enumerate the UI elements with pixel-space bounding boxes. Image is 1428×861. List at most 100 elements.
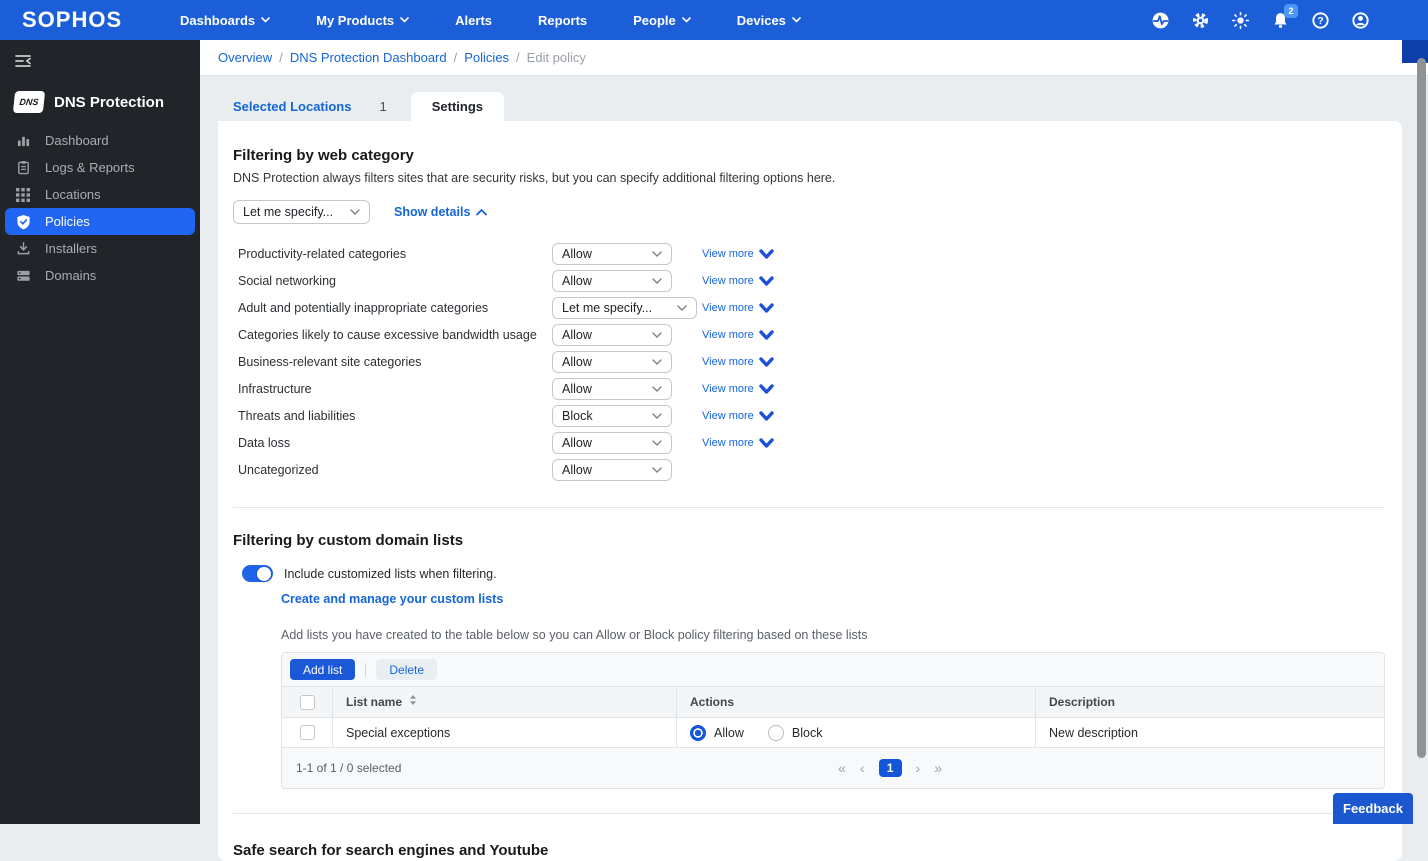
category-row: Social networking Allow View more: [233, 267, 1385, 294]
toggle-knob: [257, 567, 271, 581]
category-row: Infrastructure Allow View more: [233, 375, 1385, 402]
account-icon[interactable]: [1346, 6, 1374, 34]
chevron-down-icon: [652, 251, 662, 257]
column-list-name[interactable]: List name: [346, 695, 402, 709]
category-action-select[interactable]: Allow: [552, 459, 672, 481]
chevron-down-bold-icon: [759, 411, 774, 421]
chevron-down-icon: [652, 440, 662, 446]
category-action-select[interactable]: Allow: [552, 243, 672, 265]
add-list-button[interactable]: Add list: [290, 659, 355, 680]
tab-bar: Selected Locations 1 Settings: [215, 92, 1428, 121]
menu-people[interactable]: People: [633, 13, 691, 28]
custom-lists-helper: Add lists you have created to the table …: [281, 628, 1385, 642]
navbar-icons: 2 ?: [1146, 6, 1374, 34]
include-custom-lists-toggle[interactable]: [242, 565, 273, 582]
feedback-button[interactable]: Feedback: [1333, 793, 1413, 824]
section-divider: [233, 813, 1385, 814]
chevron-down-icon: [652, 278, 662, 284]
sidebar-item-locations[interactable]: Locations: [5, 181, 195, 208]
chevron-down-icon: [652, 386, 662, 392]
chevron-down-bold-icon: [759, 303, 774, 313]
prev-page-button[interactable]: ‹: [860, 760, 865, 776]
column-description: Description: [1049, 695, 1115, 709]
product-title: DNS Protection: [54, 94, 164, 111]
chevron-down-icon: [350, 209, 360, 215]
menu-devices[interactable]: Devices: [737, 13, 801, 28]
settings-gear-icon[interactable]: [1186, 6, 1214, 34]
radio-selected-icon: [690, 725, 706, 741]
category-row: Uncategorized Allow: [233, 456, 1385, 483]
radio-allow[interactable]: Allow: [690, 725, 744, 741]
bar-chart-icon: [14, 132, 32, 150]
tab-selected-locations[interactable]: Selected Locations 1: [215, 92, 405, 121]
menu-dashboards[interactable]: Dashboards: [180, 13, 270, 28]
next-page-button[interactable]: ›: [916, 760, 921, 776]
select-all-checkbox[interactable]: [300, 695, 315, 710]
view-more-link[interactable]: View more: [702, 275, 774, 287]
menu-alerts[interactable]: Alerts: [455, 13, 492, 28]
table-row: Special exceptions Allow Block New descr…: [282, 717, 1384, 747]
settings-panel: Filtering by web category DNS Protection…: [218, 121, 1402, 861]
breadcrumb-link-policies[interactable]: Policies: [464, 50, 509, 65]
category-row: Business-relevant site categories Allow …: [233, 348, 1385, 375]
filter-mode-select[interactable]: Let me specify...: [233, 200, 370, 224]
chevron-down-icon: [652, 467, 662, 473]
chevron-down-bold-icon: [759, 276, 774, 286]
sidebar-item-domains[interactable]: Domains: [5, 262, 195, 289]
category-action-select[interactable]: Let me specify...: [552, 297, 697, 319]
breadcrumb-link-dns-dashboard[interactable]: DNS Protection Dashboard: [290, 50, 447, 65]
page-number-button[interactable]: 1: [879, 759, 902, 777]
notifications-bell-icon[interactable]: 2: [1266, 6, 1294, 34]
global-status-icon[interactable]: [1146, 6, 1174, 34]
sidebar-item-logs-reports[interactable]: Logs & Reports: [5, 154, 195, 181]
chevron-down-bold-icon: [759, 249, 774, 259]
view-more-link[interactable]: View more: [702, 329, 774, 341]
view-more-link[interactable]: View more: [702, 356, 774, 368]
menu-my-products[interactable]: My Products: [316, 13, 409, 28]
list-name-value: Special exceptions: [346, 726, 450, 740]
web-category-description: DNS Protection always filters sites that…: [233, 171, 1385, 185]
sidebar-item-installers[interactable]: Installers: [5, 235, 195, 262]
category-action-select[interactable]: Allow: [552, 432, 672, 454]
chevron-down-icon: [677, 305, 687, 311]
last-page-button[interactable]: »: [934, 760, 942, 776]
first-page-button[interactable]: «: [838, 760, 846, 776]
category-action-select[interactable]: Allow: [552, 351, 672, 373]
chevron-down-bold-icon: [759, 330, 774, 340]
tab-settings[interactable]: Settings: [411, 92, 504, 121]
sidebar-item-policies[interactable]: Policies: [5, 208, 195, 235]
menu-reports[interactable]: Reports: [538, 13, 587, 28]
product-header: DNS DNS Protection: [0, 79, 200, 127]
row-checkbox[interactable]: [300, 725, 315, 740]
category-action-select[interactable]: Allow: [552, 324, 672, 346]
category-action-select[interactable]: Allow: [552, 378, 672, 400]
theme-sun-icon[interactable]: [1226, 6, 1254, 34]
sidebar-item-dashboard[interactable]: Dashboard: [5, 127, 195, 154]
view-more-link[interactable]: View more: [702, 248, 774, 260]
show-details-link[interactable]: Show details: [394, 205, 487, 219]
main-content: Overview / DNS Protection Dashboard / Po…: [200, 40, 1428, 824]
sophos-logo[interactable]: SOPHOS: [22, 7, 138, 33]
table-toolbar: Add list Delete: [282, 653, 1384, 686]
view-more-link[interactable]: View more: [702, 410, 774, 422]
shield-check-icon: [14, 213, 32, 231]
include-custom-lists-label: Include customized lists when filtering.: [284, 567, 497, 581]
category-action-select[interactable]: Allow: [552, 270, 672, 292]
breadcrumb-link-overview[interactable]: Overview: [218, 50, 272, 65]
radio-block[interactable]: Block: [768, 725, 823, 741]
collapse-sidebar-icon[interactable]: [14, 52, 33, 70]
table-pagination: 1-1 of 1 / 0 selected « ‹ 1 › »: [282, 747, 1384, 788]
category-list: Productivity-related categories Allow Vi…: [233, 240, 1385, 483]
chevron-down-bold-icon: [759, 384, 774, 394]
vertical-scrollbar[interactable]: [1417, 58, 1426, 758]
view-more-link[interactable]: View more: [702, 383, 774, 395]
safe-search-title: Safe search for search engines and Youtu…: [233, 842, 1385, 859]
view-more-link[interactable]: View more: [702, 302, 774, 314]
help-icon[interactable]: ?: [1306, 6, 1334, 34]
view-more-link[interactable]: View more: [702, 437, 774, 449]
manage-custom-lists-link[interactable]: Create and manage your custom lists: [281, 592, 1385, 606]
delete-button[interactable]: Delete: [376, 659, 437, 680]
category-action-select[interactable]: Block: [552, 405, 672, 427]
section-divider: [233, 507, 1385, 508]
sort-icon[interactable]: [409, 693, 417, 711]
